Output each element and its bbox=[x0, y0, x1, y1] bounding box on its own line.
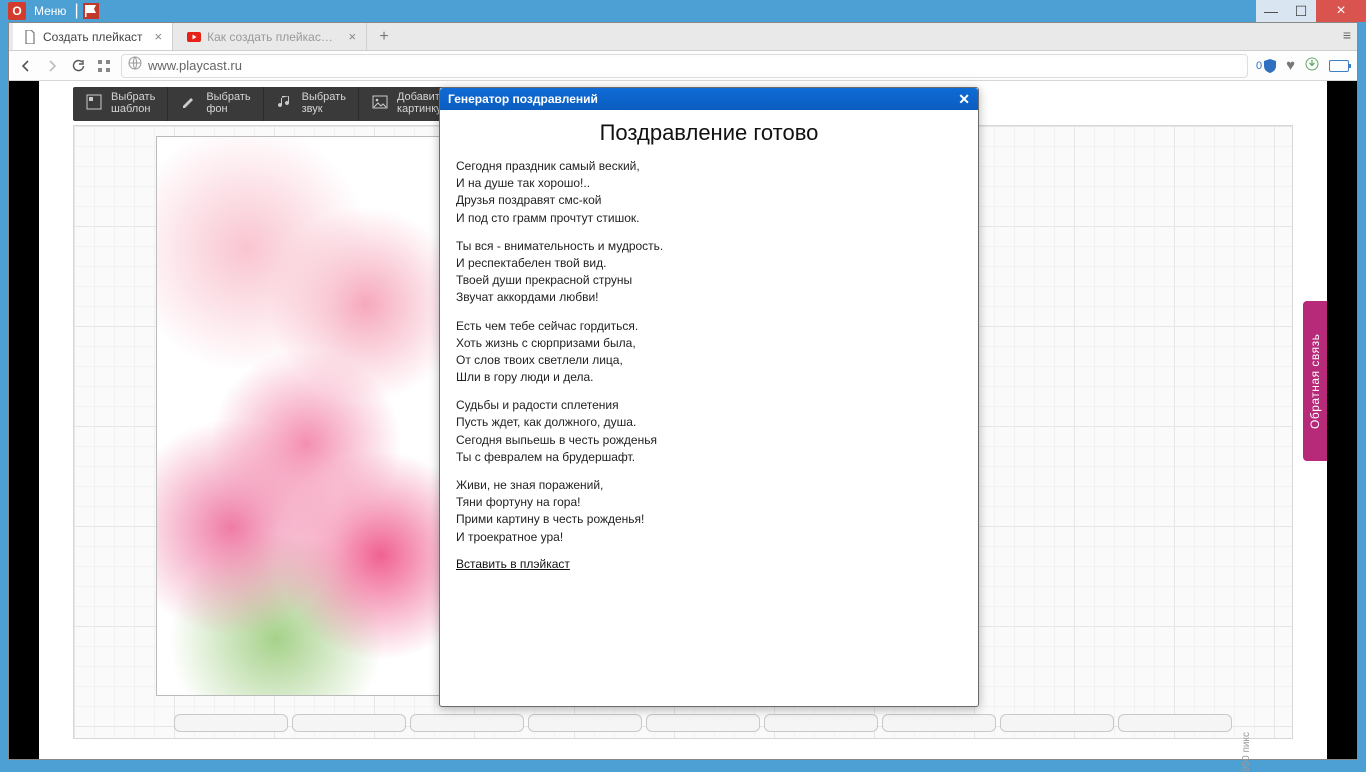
youtube-icon bbox=[187, 30, 201, 44]
tab-strip: Создать плейкаст × Как создать плейкаст … bbox=[9, 23, 1357, 51]
greeting-generator-modal: Генератор поздравлений ✕ Поздравление го… bbox=[439, 87, 979, 707]
music-icon bbox=[276, 93, 294, 116]
ruler-segment[interactable] bbox=[1118, 714, 1232, 732]
new-tab-button[interactable]: + bbox=[371, 23, 397, 50]
paint-icon bbox=[180, 93, 198, 116]
tab-label: Создать плейкаст bbox=[43, 30, 143, 44]
document-icon bbox=[23, 30, 37, 44]
window-close-button[interactable]: × bbox=[1316, 0, 1366, 22]
modal-body: Поздравление готово Сегодня праздник сам… bbox=[440, 110, 978, 583]
window-titlebar: O Меню | — ☐ × bbox=[0, 0, 1366, 22]
opera-logo-icon[interactable]: O bbox=[8, 2, 26, 20]
browser-frame: Создать плейкаст × Как создать плейкаст … bbox=[8, 22, 1358, 760]
tracker-shield-badge[interactable]: 0 bbox=[1256, 59, 1276, 73]
choose-sound-button[interactable]: Выбрать звук bbox=[264, 87, 359, 121]
nav-back-button[interactable] bbox=[17, 57, 35, 75]
editor-toolbar: Выбрать шаблон Выбрать фон Выбрать звук bbox=[73, 87, 459, 121]
template-icon bbox=[85, 93, 103, 116]
flag-icon[interactable] bbox=[83, 3, 99, 19]
url-input[interactable] bbox=[148, 58, 1241, 73]
ruler-segment[interactable] bbox=[882, 714, 996, 732]
choose-template-button[interactable]: Выбрать шаблон bbox=[73, 87, 168, 121]
ruler-segment[interactable] bbox=[410, 714, 524, 732]
tab-youtube[interactable]: Как создать плейкаст - Yo… × bbox=[177, 23, 367, 50]
bookmark-heart-icon[interactable]: ♥ bbox=[1286, 57, 1295, 74]
window-minimize-button[interactable]: — bbox=[1256, 0, 1286, 22]
modal-heading: Поздравление готово bbox=[456, 120, 962, 146]
choose-background-button[interactable]: Выбрать фон bbox=[168, 87, 263, 121]
speed-dial-icon[interactable] bbox=[95, 57, 113, 75]
poem-text: Сегодня праздник самый веский,И на душе … bbox=[456, 158, 962, 545]
close-icon[interactable]: × bbox=[155, 29, 163, 44]
nav-forward-button[interactable] bbox=[43, 57, 61, 75]
insert-into-playcast-link[interactable]: Вставить в плэйкаст bbox=[456, 557, 570, 571]
nav-reload-button[interactable] bbox=[69, 57, 87, 75]
modal-titlebar[interactable]: Генератор поздравлений ✕ bbox=[440, 88, 978, 110]
page-content: Выбрать шаблон Выбрать фон Выбрать звук bbox=[39, 81, 1327, 759]
feedback-tab[interactable]: Обратная связь bbox=[1303, 301, 1327, 461]
address-bar: 0 ♥ bbox=[9, 51, 1357, 81]
modal-title-text: Генератор поздравлений bbox=[448, 92, 598, 106]
ruler-segment[interactable] bbox=[764, 714, 878, 732]
ruler-segment[interactable] bbox=[292, 714, 406, 732]
canvas-image-roses[interactable] bbox=[156, 136, 456, 696]
tab-create-playcast[interactable]: Создать плейкаст × bbox=[13, 23, 173, 50]
ruler-segment[interactable] bbox=[646, 714, 760, 732]
tab-label: Как создать плейкаст - Yo… bbox=[207, 30, 336, 44]
ruler-segment[interactable] bbox=[174, 714, 288, 732]
ruler-segment[interactable] bbox=[528, 714, 642, 732]
address-field[interactable] bbox=[121, 54, 1248, 78]
bottom-ruler bbox=[174, 714, 1232, 732]
opera-menu-button[interactable]: Меню bbox=[30, 4, 70, 18]
battery-icon[interactable] bbox=[1329, 60, 1349, 72]
image-icon bbox=[371, 93, 389, 116]
ruler-size-label: 950 пикс bbox=[1241, 732, 1252, 772]
close-icon[interactable]: × bbox=[349, 29, 357, 44]
tab-overflow-icon[interactable]: ≡ bbox=[1343, 27, 1351, 43]
globe-icon bbox=[128, 56, 142, 75]
page-viewport: Выбрать шаблон Выбрать фон Выбрать звук bbox=[9, 81, 1357, 759]
ruler-segment[interactable] bbox=[1000, 714, 1114, 732]
downloads-icon[interactable] bbox=[1305, 57, 1319, 74]
modal-close-button[interactable]: ✕ bbox=[958, 91, 970, 108]
window-maximize-button[interactable]: ☐ bbox=[1286, 0, 1316, 22]
